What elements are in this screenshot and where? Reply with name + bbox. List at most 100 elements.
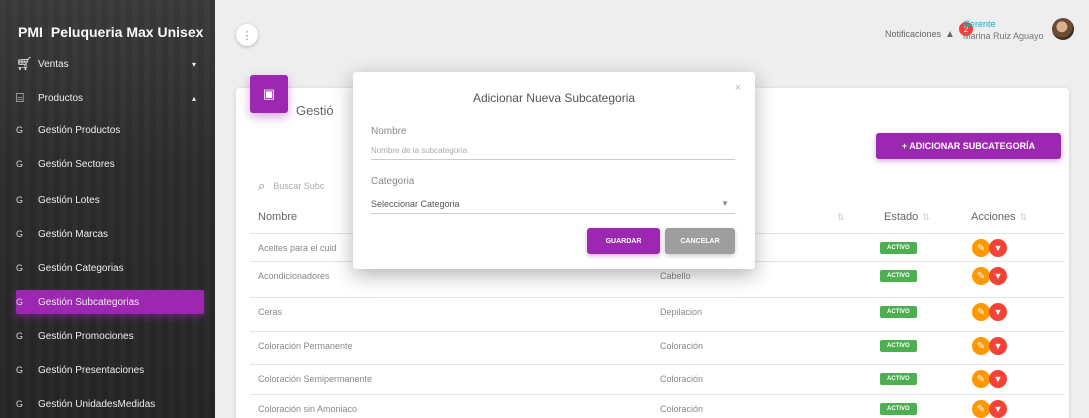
clipboard-icon: ▣ — [250, 75, 288, 113]
edit-icon[interactable]: ✎ — [972, 267, 990, 285]
basket-icon: ⌸ — [16, 90, 24, 105]
cart-icon: 🛒︎ — [16, 56, 33, 71]
search-input[interactable]: ⌕ Buscar Subc — [258, 178, 324, 194]
delete-icon[interactable]: ▼ — [989, 239, 1007, 257]
user-name: Marina Ruiz Aguayo — [963, 31, 1044, 41]
sort-icon: ⇅ — [837, 212, 845, 222]
bullet-icon: G — [16, 297, 24, 307]
edit-icon[interactable]: ✎ — [972, 239, 990, 257]
sidebar-item-ventas[interactable] — [16, 22, 204, 46]
cell-category: Depilacion — [660, 307, 703, 317]
sidebar-item-label: Gestión Lotes — [38, 194, 100, 206]
modal-title: Adicionar Nueva Subcategoria — [472, 91, 636, 105]
name-field-placeholder: Nombre de la subcategoria — [371, 146, 468, 155]
cell-name: Aceites para el cuid — [258, 243, 337, 253]
sidebar-item-label: Gestión Promociones — [38, 330, 134, 342]
sidebar-item-gestion-subcategorias[interactable]: G Gestión Subcategorias — [16, 290, 204, 314]
save-button[interactable]: GUARDAR — [587, 228, 660, 254]
bullet-icon: G — [16, 229, 24, 239]
delete-icon[interactable]: ▼ — [989, 267, 1007, 285]
bullet-icon: G — [16, 159, 24, 169]
user-menu[interactable]: Gerente Marina Ruiz Aguayo — [963, 18, 1044, 42]
sidebar-item-label: Gestión Marcas — [38, 228, 109, 240]
cell-name: Acondicionadores — [258, 271, 330, 281]
add-subcategory-modal: Adicionar Nueva Subcategoria × Nombre No… — [353, 72, 755, 269]
status-badge: ACTIVO — [880, 242, 917, 254]
bullet-icon: G — [16, 365, 24, 375]
sidebar-item-label: Productos — [38, 92, 84, 104]
cancel-button[interactable]: CANCELAR — [665, 228, 735, 254]
cell-name: Coloración Semipermanente — [258, 374, 373, 384]
status-badge: ACTIVO — [880, 403, 917, 415]
edit-icon[interactable]: ✎ — [972, 303, 990, 321]
cell-category: Cabello — [660, 271, 691, 281]
delete-icon[interactable]: ▼ — [989, 400, 1007, 418]
column-header-name[interactable]: Nombre — [258, 211, 297, 223]
category-select-value: Seleccionar Categoria — [371, 199, 460, 209]
cell-category: Coloración — [660, 404, 704, 414]
status-badge: ACTIVO — [880, 373, 917, 385]
add-subcategory-button[interactable]: + ADICIONAR SUBCATEGORÍA — [876, 133, 1061, 159]
sort-icon: ⇅ — [922, 212, 930, 222]
delete-icon[interactable]: ▼ — [989, 337, 1007, 355]
sidebar-item-ventas[interactable]: 🛒︎ Ventas ▾ — [16, 52, 204, 76]
search-icon: ⌕ — [258, 178, 266, 193]
edit-icon[interactable]: ✎ — [972, 370, 990, 388]
sidebar-item-gestion-unidadesmedidas[interactable]: G Gestión UnidadesMedidas — [16, 392, 204, 416]
user-role: Gerente — [963, 19, 996, 29]
column-header-label: Acciones — [971, 211, 1016, 223]
status-badge: ACTIVO — [880, 340, 917, 352]
sidebar-item-gestion-marcas[interactable]: G Gestión Marcas — [16, 222, 204, 246]
card-title: Gestió — [296, 103, 334, 118]
sidebar-item-gestion-lotes[interactable]: G Gestión Lotes — [16, 188, 204, 212]
column-header-label: Estado — [884, 211, 919, 223]
menu-toggle-button[interactable]: ⋮ — [236, 24, 258, 46]
sidebar-item-gestion-categorias[interactable]: G Gestión Categorias — [16, 256, 204, 280]
column-header-status[interactable]: Estado ⇅ — [884, 211, 930, 223]
column-header-category-sort[interactable]: ⇅ — [833, 211, 845, 223]
delete-icon[interactable]: ▼ — [989, 303, 1007, 321]
person-icon: ▲ — [945, 28, 955, 40]
notifications-button[interactable]: Notificaciones ▲ 2 — [885, 22, 973, 41]
sidebar-item-label: Gestión Categorias — [38, 262, 124, 274]
sidebar-item-gestion-productos[interactable]: G Gestión Productos — [16, 118, 204, 142]
table-row: Coloración Semipermanente Coloración ACT… — [250, 364, 1065, 392]
sidebar-item-gestion-promociones[interactable]: G Gestión Promociones — [16, 324, 204, 348]
caret-down-icon: ▼ — [721, 199, 729, 208]
cell-name: Coloración Permanente — [258, 341, 353, 351]
bullet-icon: G — [16, 195, 24, 205]
more-vertical-icon: ⋮ — [241, 29, 253, 42]
chevron-up-icon: ▴ — [191, 93, 196, 103]
sidebar-item-productos[interactable]: ⌸ Productos ▴ — [16, 86, 204, 110]
sidebar-item-label: Gestión Presentaciones — [38, 364, 145, 376]
sort-icon: ⇅ — [1019, 212, 1028, 222]
bullet-icon: G — [16, 399, 24, 409]
delete-icon[interactable]: ▼ — [989, 370, 1007, 388]
status-badge: ACTIVO — [880, 270, 917, 282]
close-icon[interactable]: × — [735, 82, 741, 94]
column-header-actions[interactable]: Acciones ⇅ — [971, 211, 1027, 223]
cell-name: Ceras — [258, 307, 283, 317]
category-label: Categoria — [371, 176, 415, 187]
table-row: Coloración sin Amoniaco Coloración ACTIV… — [250, 394, 1065, 418]
sidebar-item-label: Gestión Subcategorias — [38, 296, 140, 308]
edit-icon[interactable]: ✎ — [972, 400, 990, 418]
table-row: Ceras Depilacion ACTIVO ✎ ▼ — [250, 297, 1065, 325]
chevron-down-icon: ▾ — [191, 59, 196, 69]
avatar[interactable] — [1052, 18, 1074, 40]
sidebar-item-gestion-presentaciones[interactable]: G Gestión Presentaciones — [16, 358, 204, 382]
edit-icon[interactable]: ✎ — [972, 337, 990, 355]
bullet-icon: G — [16, 125, 24, 135]
notifications-label: Notificaciones — [885, 29, 942, 39]
search-placeholder: Buscar Subc — [273, 181, 325, 191]
sidebar-item-gestion-sectores[interactable]: G Gestión Sectores — [16, 152, 204, 176]
cell-name: Coloración sin Amoniaco — [258, 404, 358, 414]
sidebar-item-label: Gestión UnidadesMedidas — [38, 398, 156, 410]
cell-category: Coloración — [660, 374, 704, 384]
sidebar-item-label: Ventas — [38, 58, 69, 70]
bullet-icon: G — [16, 331, 24, 341]
sidebar-item-label: Gestión Productos — [38, 124, 121, 136]
name-field[interactable]: Nombre de la subcategoria — [371, 146, 735, 160]
sidebar: PMI Peluqueria Max Unisex 🛒︎ Ventas ▾ ⌸ P… — [0, 0, 215, 418]
category-select[interactable]: Seleccionar Categoria ▼ — [371, 199, 735, 214]
